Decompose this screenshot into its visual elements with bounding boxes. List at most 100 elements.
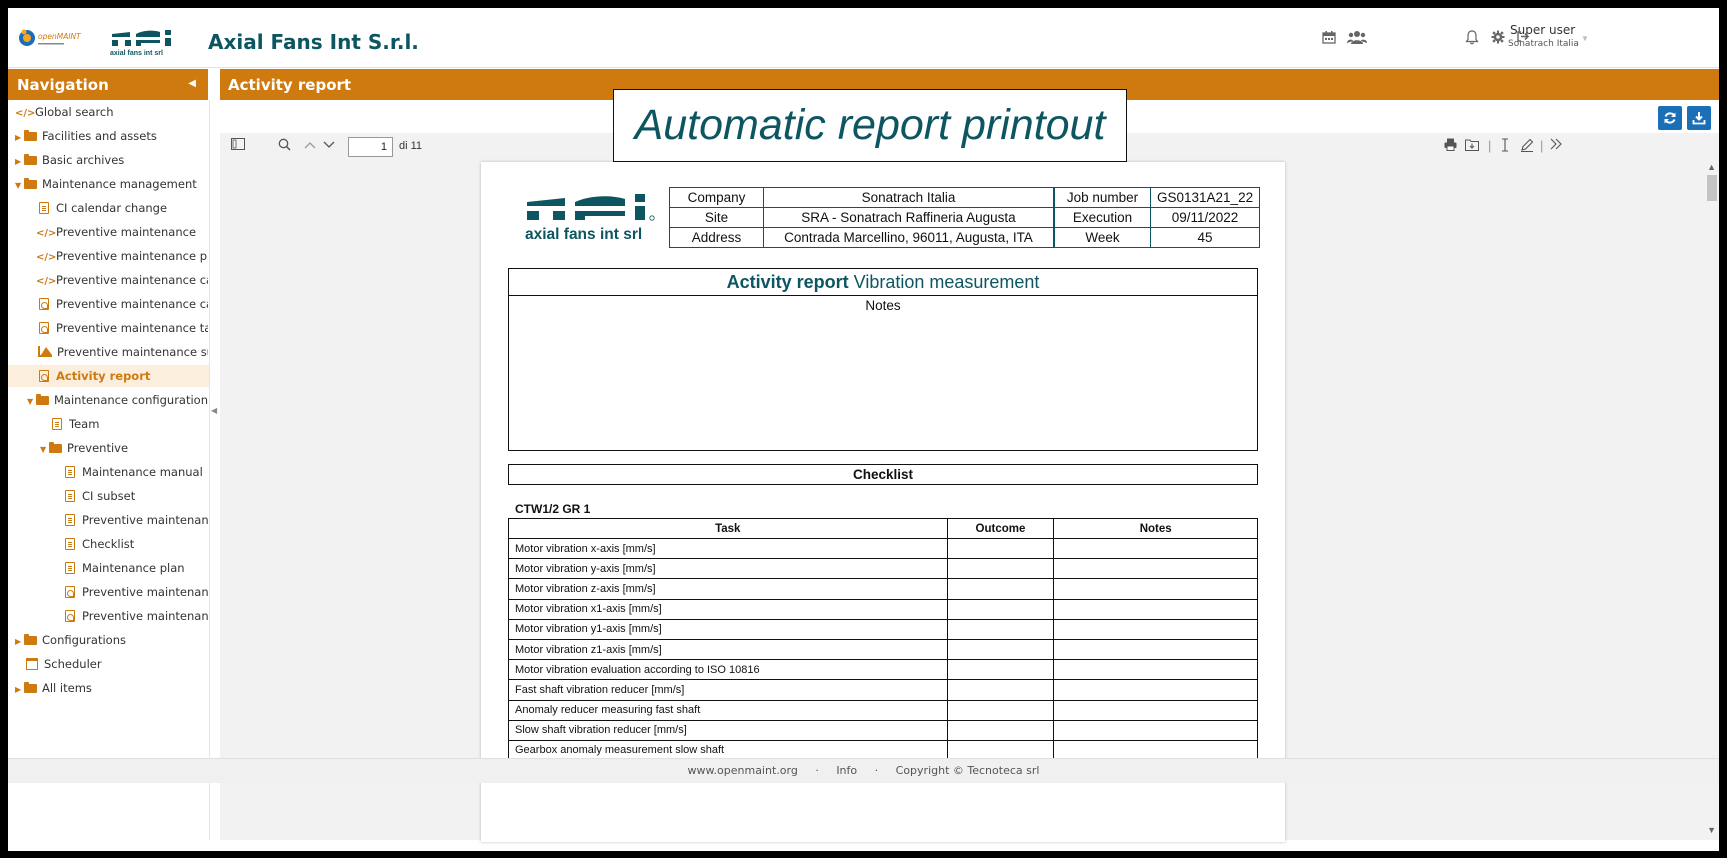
afi-logo[interactable]: axial fans int srl — [108, 20, 183, 60]
info-value: SRA - Sonatrach Raffineria Augusta — [763, 207, 1054, 228]
nav-item-preventive-maintenance-report-1[interactable]: Preventive maintenan... — [62, 581, 208, 603]
task-cell: Motor vibration y-axis [mm/s] — [508, 558, 948, 580]
footer-separator: · — [815, 764, 819, 777]
document-icon — [65, 562, 75, 574]
main-panel-title: Activity report — [228, 76, 352, 94]
bell-icon[interactable] — [1463, 30, 1481, 48]
logout-icon[interactable] — [1514, 30, 1532, 48]
nav-item-preventive-maintenance-class[interactable]: Preventive maintenan... — [62, 509, 208, 531]
caret-right-icon[interactable]: ▶ — [15, 151, 24, 171]
footer: www.openmaint.org · Info · Copyright © T… — [8, 758, 1719, 783]
users-icon[interactable] — [1346, 30, 1368, 48]
nav-item-team[interactable]: Team — [49, 413, 247, 435]
previous-page-icon[interactable] — [304, 138, 316, 153]
nav-item-ci-calendar-change[interactable]: CI calendar change — [36, 197, 234, 219]
nav-item-preventive-maintenance-report-2[interactable]: Preventive maintenan... — [62, 605, 208, 627]
page-number-input[interactable]: 1 — [348, 137, 393, 157]
document-icon — [39, 202, 49, 214]
nav-item-checklist[interactable]: Checklist — [62, 533, 208, 555]
navigation-sidebar: </>Global search ▶ Facilities and assets … — [8, 100, 210, 840]
nav-item-facilities-and-assets[interactable]: ▶ Facilities and assets — [15, 125, 213, 147]
footer-info-link[interactable]: Info — [836, 764, 857, 777]
nav-item-scheduler[interactable]: Scheduler — [24, 653, 222, 675]
scroll-down-icon[interactable]: ▼ — [1707, 825, 1716, 835]
top-header: openMAINT axial fans int srl Axial Fans … — [8, 8, 1719, 68]
activity-report-heading: Activity report Vibration measurement — [509, 269, 1257, 296]
table-row: Motor vibration z-axis [mm/s] — [508, 578, 1258, 600]
nav-item-maintenance-configuration[interactable]: ▼ Maintenance configuration — [27, 389, 225, 411]
pen-icon[interactable] — [1520, 138, 1534, 155]
nav-item-maintenance-manual[interactable]: Maintenance manual — [62, 461, 208, 483]
caret-down-icon[interactable]: ▼ — [27, 391, 36, 411]
nav-item-maintenance-management[interactable]: ▼ Maintenance management — [15, 173, 213, 195]
automatic-report-caption: Automatic report printout — [613, 89, 1127, 162]
caret-right-icon[interactable]: ▶ — [15, 631, 24, 651]
nav-item-global-search[interactable]: </>Global search — [15, 101, 213, 123]
nav-item-activity-report[interactable]: Activity report — [8, 365, 209, 387]
viewer-scrollbar[interactable] — [1705, 161, 1719, 840]
footer-site-link[interactable]: www.openmaint.org — [688, 764, 798, 777]
download-button[interactable] — [1687, 106, 1711, 130]
divider: | — [1540, 138, 1544, 153]
report-info-table-right: Job number GS0131A21_22 Execution 09/11/… — [1054, 187, 1261, 248]
nav-item-preventive[interactable]: ▼ Preventive — [40, 437, 238, 459]
pdf-icon — [39, 370, 49, 382]
folder-icon — [24, 178, 37, 189]
table-row: Slow shaft vibration reducer [mm/s] — [508, 719, 1258, 741]
nav-item-configurations[interactable]: ▶ Configurations — [15, 629, 213, 651]
nav-item-all-items[interactable]: ▶ All items — [15, 677, 213, 699]
table-row: Motor vibration x1-axis [mm/s] — [508, 598, 1258, 620]
nav-item-preventive-maintenance-calendar-pdf[interactable]: Preventive maintenance cal... — [36, 293, 208, 315]
caret-down-icon[interactable]: ▼ — [40, 439, 49, 459]
table-row: Motor vibration y-axis [mm/s] — [508, 558, 1258, 580]
table-row: Motor vibration y1-axis [mm/s] — [508, 618, 1258, 640]
nav-item-ci-subset[interactable]: CI subset — [62, 485, 208, 507]
nav-item-preventive-maintenance-tasks[interactable]: Preventive maintenance ta... — [36, 317, 208, 339]
page-count: di 11 — [399, 140, 423, 152]
print-icon[interactable] — [1444, 138, 1457, 154]
column-header-notes: Notes — [1053, 518, 1258, 539]
nav-item-basic-archives[interactable]: ▶ Basic archives — [15, 149, 213, 171]
sidebar-toggle-icon[interactable] — [231, 138, 245, 153]
nav-item-preventive-maintenance-summary[interactable]: Preventive maintenance su... — [36, 341, 208, 363]
user-menu-caret-icon[interactable]: ▼ — [1581, 34, 1589, 43]
scrollbar-thumb[interactable] — [1707, 175, 1717, 201]
refresh-button[interactable] — [1658, 106, 1682, 130]
search-icon[interactable] — [278, 138, 291, 154]
folder-icon — [24, 154, 37, 165]
info-label: Week — [1054, 227, 1151, 248]
openmaint-logo[interactable]: openMAINT — [18, 26, 88, 50]
next-page-icon[interactable] — [323, 138, 335, 153]
caret-down-icon[interactable]: ▼ — [15, 175, 24, 195]
calendar-icon[interactable] — [1320, 30, 1338, 48]
save-icon[interactable] — [1465, 138, 1479, 154]
caret-right-icon[interactable]: ▶ — [15, 127, 24, 147]
checklist-group-title: CTW1/2 GR 1 — [515, 502, 591, 516]
caret-right-icon[interactable]: ▶ — [15, 679, 24, 699]
app-window: openMAINT axial fans int srl Axial Fans … — [8, 8, 1719, 851]
info-label: Execution — [1054, 207, 1151, 228]
document-icon — [52, 418, 62, 430]
gear-icon[interactable] — [1489, 30, 1507, 48]
outcome-cell — [946, 618, 1055, 640]
notes-cell — [1053, 578, 1258, 600]
folder-icon — [24, 634, 37, 645]
sidebar-resize-handle-icon[interactable]: ◀ — [211, 406, 217, 415]
column-header-outcome: Outcome — [946, 518, 1055, 539]
outcome-cell — [946, 679, 1055, 701]
nav-item-maintenance-plan[interactable]: Maintenance plan — [62, 557, 208, 579]
notes-cell — [1053, 638, 1258, 661]
folder-icon — [24, 130, 37, 141]
outcome-cell — [946, 578, 1055, 600]
task-cell: Motor vibration z-axis [mm/s] — [508, 578, 948, 600]
scroll-up-icon[interactable]: ▲ — [1707, 162, 1716, 172]
report-company-logo: axial fans int srl — [525, 194, 655, 243]
more-tools-icon[interactable] — [1550, 138, 1562, 153]
nav-item-preventive-maintenance[interactable]: </>Preventive maintenance — [36, 221, 234, 243]
text-cursor-icon[interactable] — [1500, 138, 1510, 155]
nav-item-preventive-maintenance-calendar[interactable]: </>Preventive maintenance cal... — [36, 269, 208, 291]
task-cell: Motor vibration y1-axis [mm/s] — [508, 618, 948, 640]
nav-item-preventive-maintenance-plan[interactable]: </>Preventive maintenance pl... — [36, 245, 208, 267]
outcome-cell — [946, 699, 1055, 721]
collapse-nav-icon[interactable]: ◀ — [188, 78, 196, 89]
